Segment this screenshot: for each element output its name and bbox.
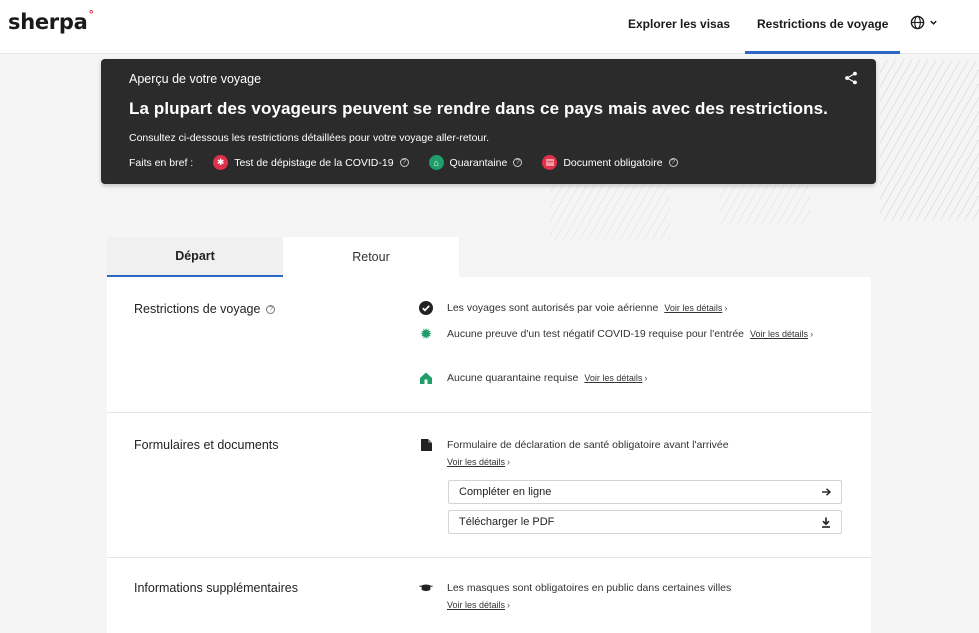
map-hatching [720, 185, 810, 225]
help-icon[interactable]: ? [668, 158, 678, 167]
help-icon[interactable]: ? [399, 158, 409, 167]
chevron-down-icon [930, 20, 937, 25]
section-travel-restrictions: Restrictions de voyage ? Les voyages son… [107, 277, 871, 413]
virus-icon: ✹ [419, 325, 433, 343]
house-icon [419, 371, 433, 385]
globe-icon [910, 15, 925, 30]
details-link[interactable]: Voir les détails [447, 600, 505, 610]
section-title: Informations supplémentaires [134, 581, 298, 595]
fact-label: Quarantaine [449, 156, 508, 169]
help-icon[interactable]: ? [513, 158, 523, 167]
button-label: Compléter en ligne [459, 486, 552, 498]
arrow-right-icon [822, 488, 831, 496]
map-hatching [550, 180, 670, 240]
quarantine-icon: ⌂ [428, 155, 444, 170]
document-icon: ▤ [542, 155, 558, 170]
details-link[interactable]: Voir les détails [664, 303, 722, 313]
list-item: Formulaire de déclaration de santé oblig… [419, 437, 849, 471]
item-text: Les voyages sont autorisés par voie aéri… [447, 302, 659, 314]
banner-subtitle: Aperçu de votre voyage [129, 72, 262, 86]
section-extra-info: Informations supplémentaires Les masques… [107, 558, 871, 633]
fact-covid-test[interactable]: ✱ Test de dépistage de la COVID-19 ? [213, 155, 409, 170]
button-label: Télécharger le PDF [459, 516, 555, 528]
download-pdf-button[interactable]: Télécharger le PDF [448, 510, 842, 534]
download-icon [822, 517, 830, 528]
complete-online-button[interactable]: Compléter en ligne [448, 480, 842, 504]
item-text: Les masques sont obligatoires en public … [447, 582, 732, 594]
tab-depart[interactable]: Départ [107, 237, 283, 277]
details-link[interactable]: Voir les détails [584, 373, 642, 383]
list-item: ✹ Aucune preuve d'un test négatif COVID-… [419, 325, 814, 343]
document-icon [419, 438, 433, 452]
fact-label: Document obligatoire [563, 156, 663, 169]
banner-headline: La plupart des voyageurs peuvent se rend… [129, 99, 828, 118]
quick-facts: Faits en bref : ✱ Test de dépistage de l… [129, 155, 678, 170]
fact-quarantine[interactable]: ⌂ Quarantaine ? [428, 155, 523, 170]
check-circle-icon [419, 301, 433, 315]
item-text: Aucune quarantaine requise [447, 372, 579, 384]
fact-document[interactable]: ▤ Document obligatoire ? [542, 155, 678, 170]
section-title: Restrictions de voyage ? [134, 302, 276, 316]
language-selector[interactable] [910, 15, 938, 30]
help-icon[interactable]: ? [266, 304, 276, 314]
top-navbar: sherpa° Explorer les visas Restrictions … [0, 0, 979, 54]
restrictions-card: Restrictions de voyage ? Les voyages son… [107, 277, 871, 633]
share-icon[interactable] [844, 71, 858, 90]
banner-description: Consultez ci-dessous les restrictions dé… [129, 132, 490, 144]
section-title: Formulaires et documents [134, 438, 279, 452]
trip-overview-banner: Aperçu de votre voyage La plupart des vo… [101, 59, 876, 184]
details-link[interactable]: Voir les détails [750, 329, 808, 339]
item-text: Aucune preuve d'un test négatif COVID-19… [447, 328, 745, 340]
tab-retour[interactable]: Retour [283, 237, 459, 277]
quick-facts-label: Faits en bref : [129, 156, 194, 169]
nav-restrictions-voyage[interactable]: Restrictions de voyage [744, 17, 901, 54]
sherpa-logo[interactable]: sherpa° [8, 8, 94, 34]
map-hatching [880, 60, 979, 220]
list-item: Aucune quarantaine requise Voir les détai… [419, 370, 849, 387]
section-forms-documents: Formulaires et documents Formulaire de d… [107, 413, 871, 558]
item-text: Formulaire de déclaration de santé oblig… [447, 439, 729, 451]
fact-label: Test de dépistage de la COVID-19 [234, 156, 394, 169]
nav-explorer-visas[interactable]: Explorer les visas [628, 17, 730, 31]
mask-icon [419, 581, 433, 595]
covid-test-icon: ✱ [213, 155, 229, 170]
list-item: Les masques sont obligatoires en public … [419, 580, 849, 614]
list-item: Les voyages sont autorisés par voie aéri… [419, 300, 849, 317]
details-link[interactable]: Voir les détails [447, 457, 505, 467]
